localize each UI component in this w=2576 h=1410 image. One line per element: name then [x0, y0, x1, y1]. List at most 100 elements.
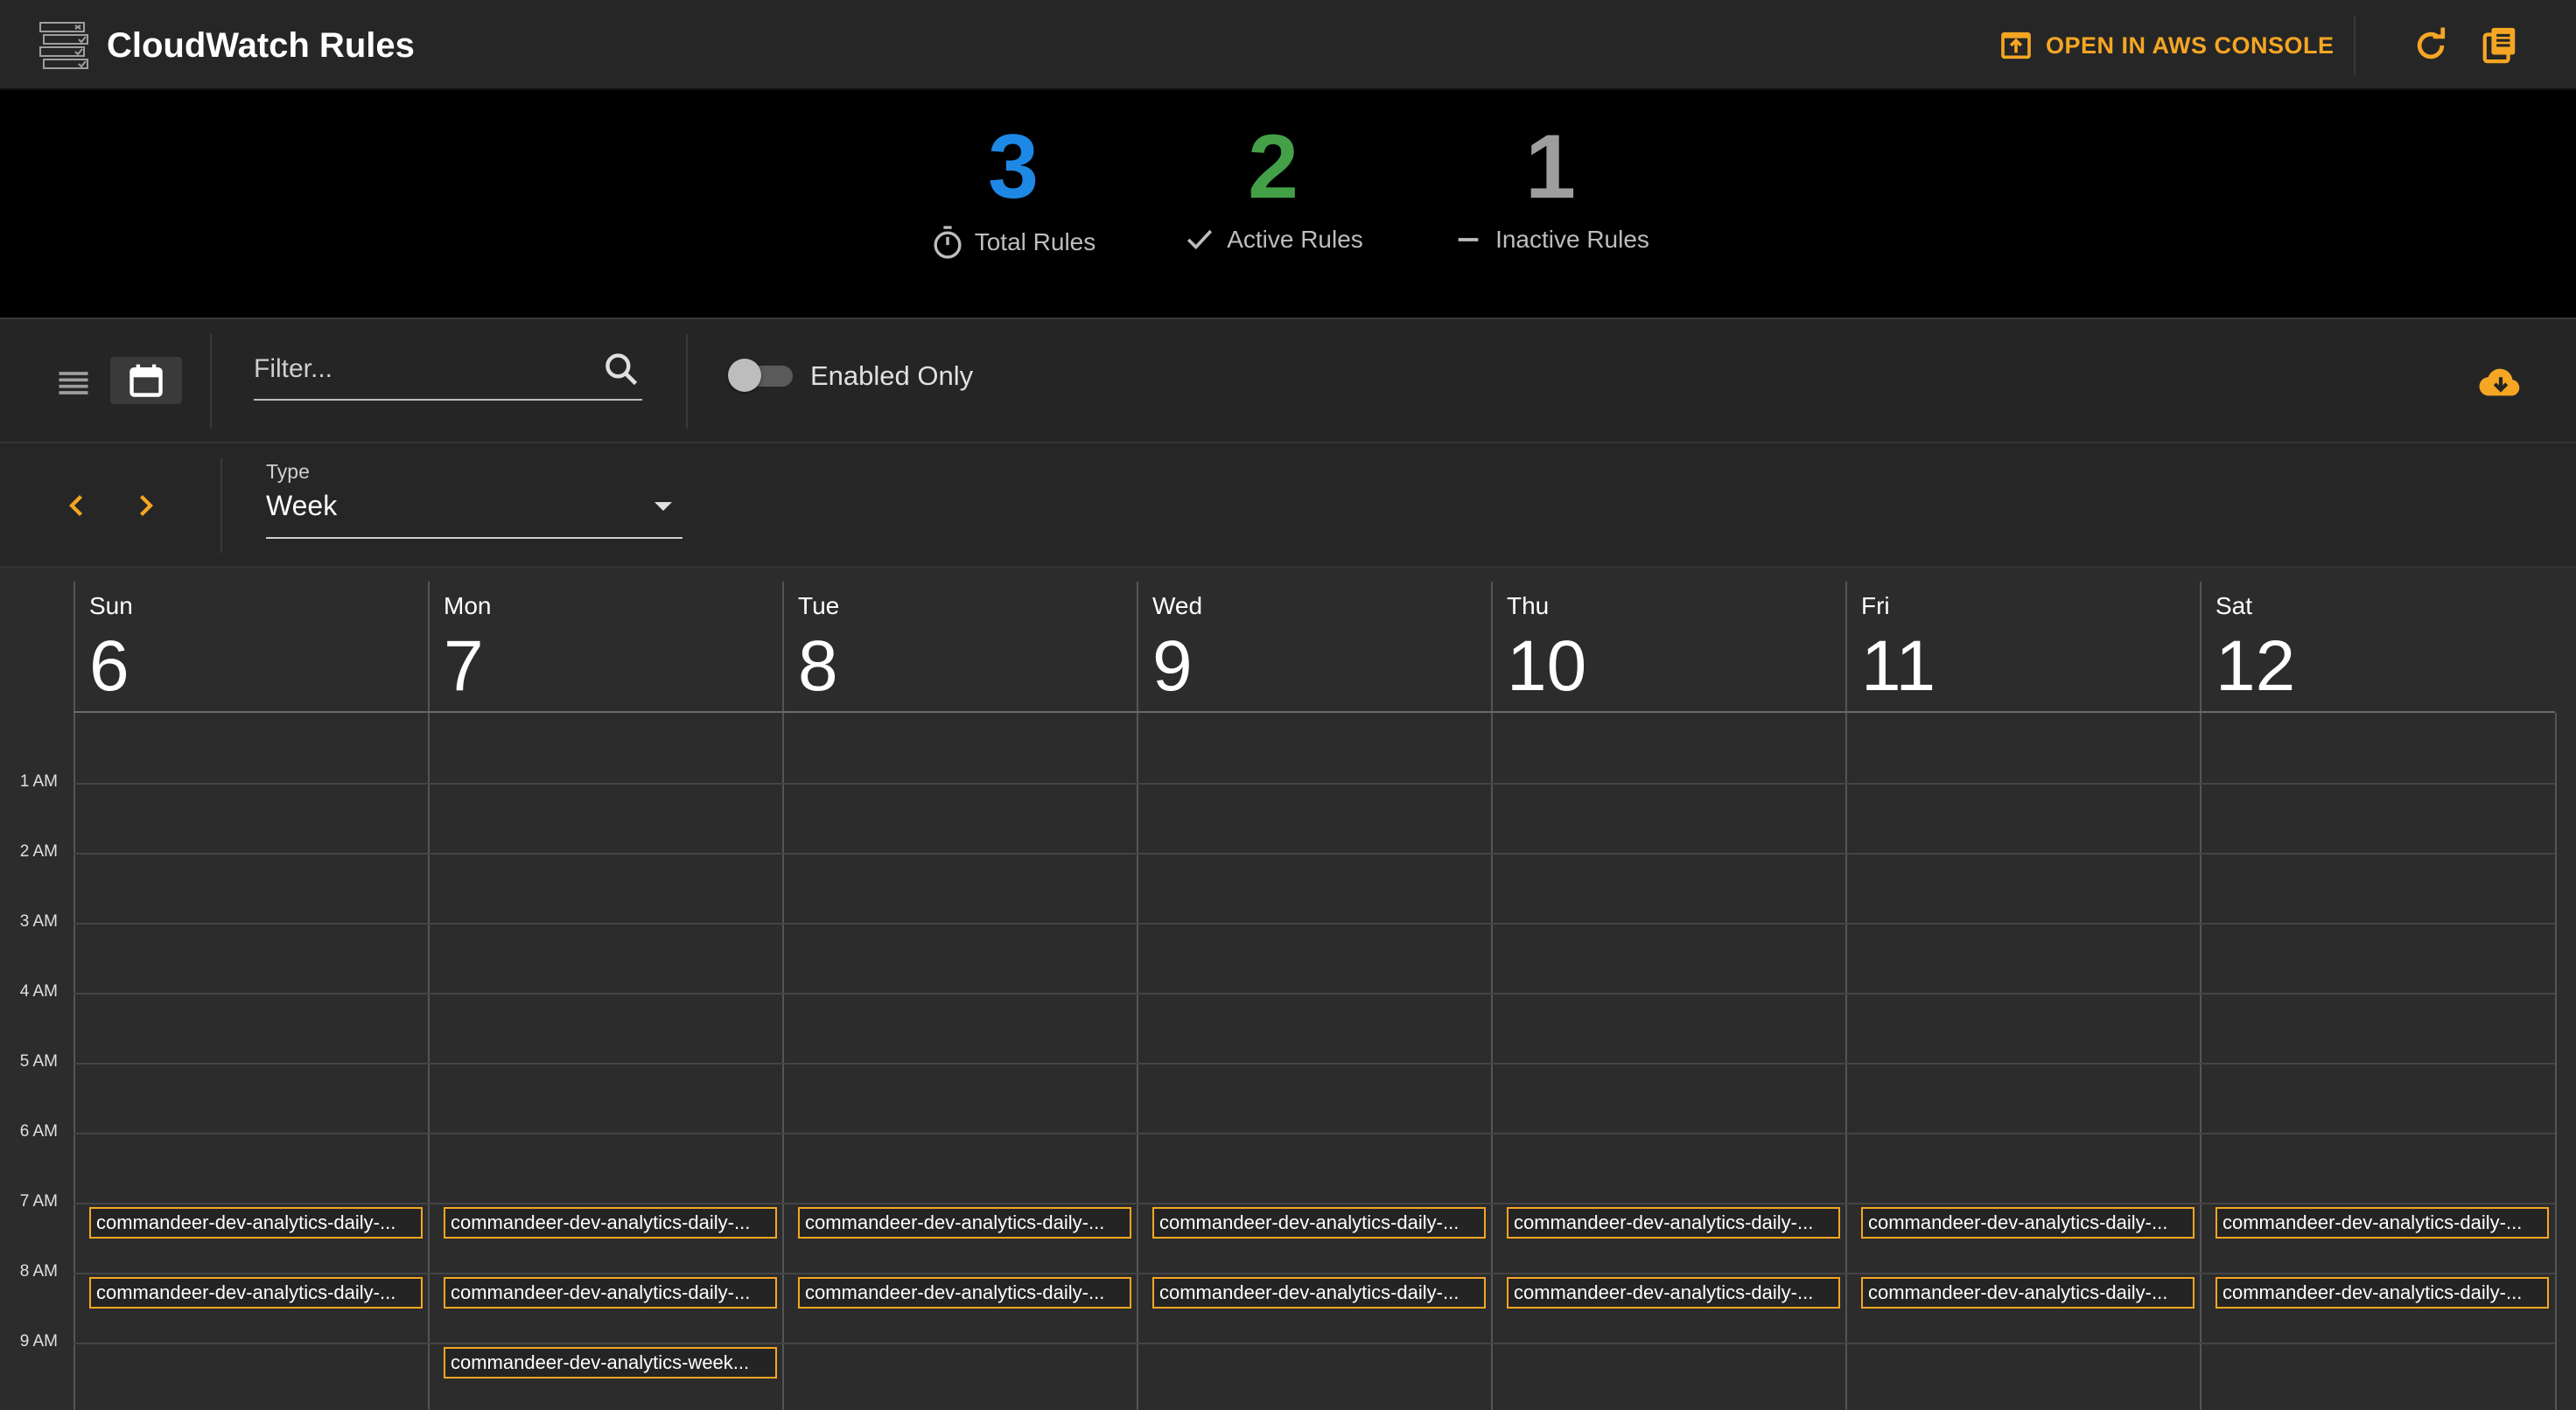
- stopwatch-icon: [934, 226, 962, 259]
- day-header[interactable]: Mon 7: [428, 582, 782, 713]
- chevron-left-icon[interactable]: [61, 490, 93, 521]
- day-weekday: Wed: [1152, 592, 1203, 619]
- cloud-download-icon[interactable]: [2476, 362, 2525, 402]
- inactive-rules-label: Inactive Rules: [1495, 226, 1649, 253]
- calendar-event[interactable]: commandeer-dev-analytics-week...: [444, 1347, 777, 1379]
- hour-gridline: [74, 853, 2555, 855]
- calendar-event[interactable]: commandeer-dev-analytics-daily-...: [1507, 1277, 1840, 1309]
- page-title: CloudWatch Rules: [107, 26, 415, 65]
- toggle-knob: [728, 359, 761, 392]
- day-weekday: Mon: [444, 592, 492, 619]
- toolbar-divider: [210, 334, 212, 429]
- day-number: 12: [2216, 626, 2296, 706]
- day-number: 9: [1152, 626, 1193, 706]
- day-number: 8: [798, 626, 838, 706]
- hour-label: 1 AM: [19, 772, 58, 791]
- day-column-divider: [1137, 713, 1138, 1410]
- refresh-icon[interactable]: [2412, 26, 2450, 65]
- hour-gridline: [74, 1273, 2555, 1274]
- inactive-rules-stat: 1 Inactive Rules: [1446, 115, 1656, 255]
- day-header[interactable]: Sun 6: [74, 582, 428, 713]
- hour-label: 7 AM: [19, 1192, 58, 1211]
- chevron-right-icon[interactable]: [130, 490, 161, 521]
- day-column-divider: [1845, 713, 1847, 1410]
- calendar-event[interactable]: commandeer-dev-analytics-daily-...: [2216, 1277, 2549, 1309]
- day-number: 10: [1507, 626, 1587, 706]
- calendar-event[interactable]: commandeer-dev-analytics-daily-...: [89, 1277, 423, 1309]
- hour-gridline: [74, 923, 2555, 925]
- day-weekday: Fri: [1861, 592, 1890, 619]
- hour-gridline: [74, 993, 2555, 995]
- minus-icon: [1458, 238, 1479, 241]
- day-column-divider: [74, 713, 75, 1410]
- calendar-view-button[interactable]: [110, 357, 182, 404]
- active-rules-count: 2: [1248, 116, 1298, 218]
- hour-gridline: [74, 1343, 2555, 1344]
- type-select-value: Week: [266, 490, 338, 521]
- hour-label: 5 AM: [19, 1052, 58, 1071]
- day-column-divider: [782, 713, 784, 1410]
- day-weekday: Sat: [2216, 592, 2253, 619]
- list-view-icon[interactable]: [54, 364, 93, 402]
- nav-divider: [220, 458, 222, 553]
- day-header[interactable]: Fri 11: [1845, 582, 2200, 713]
- calendar-event[interactable]: commandeer-dev-analytics-daily-...: [2216, 1207, 2549, 1239]
- enabled-only-label: Enabled Only: [810, 360, 974, 391]
- rules-list-icon: [39, 22, 88, 69]
- day-header[interactable]: Thu 10: [1491, 582, 1845, 713]
- calendar-event[interactable]: commandeer-dev-analytics-daily-...: [1152, 1277, 1486, 1309]
- hour-gridline: [74, 1063, 2555, 1064]
- day-column-divider: [428, 713, 430, 1410]
- check-icon: [1187, 229, 1213, 250]
- hour-label: 9 AM: [19, 1332, 58, 1351]
- app-header: CloudWatch Rules OPEN IN AWS CONSOLE: [0, 0, 2576, 90]
- hour-gridline: [74, 1203, 2555, 1204]
- active-rules-label: Active Rules: [1227, 226, 1363, 253]
- header-divider-line: [74, 711, 2555, 713]
- hour-label: 8 AM: [19, 1262, 58, 1281]
- hour-label: 4 AM: [19, 982, 58, 1001]
- filter-field: [254, 343, 642, 401]
- day-column-divider: [2200, 713, 2202, 1410]
- total-rules-count: 3: [988, 116, 1039, 218]
- day-weekday: Tue: [798, 592, 840, 619]
- calendar-event[interactable]: commandeer-dev-analytics-daily-...: [1861, 1207, 2194, 1239]
- day-header[interactable]: Sat 12: [2200, 582, 2554, 713]
- type-select[interactable]: Type Week: [266, 457, 682, 539]
- calendar-event[interactable]: commandeer-dev-analytics-daily-...: [1152, 1207, 1486, 1239]
- day-header[interactable]: Wed 9: [1137, 582, 1491, 713]
- open-aws-console-button[interactable]: OPEN IN AWS CONSOLE: [1998, 26, 2334, 65]
- day-number: 6: [89, 626, 130, 706]
- inactive-rules-count: 1: [1525, 116, 1576, 218]
- calendar-event[interactable]: commandeer-dev-analytics-daily-...: [798, 1277, 1131, 1309]
- calendar-event[interactable]: commandeer-dev-analytics-daily-...: [444, 1277, 777, 1309]
- calendar-icon: [130, 364, 163, 397]
- search-icon[interactable]: [602, 350, 640, 388]
- calendar-event[interactable]: commandeer-dev-analytics-daily-...: [1507, 1207, 1840, 1239]
- calendar-event[interactable]: commandeer-dev-analytics-daily-...: [444, 1207, 777, 1239]
- day-number: 7: [444, 626, 484, 706]
- type-select-label: Type: [266, 460, 310, 483]
- filter-input[interactable]: [254, 343, 586, 395]
- day-weekday: Thu: [1507, 592, 1550, 619]
- hour-label: 2 AM: [19, 842, 58, 861]
- documentation-icon[interactable]: [2480, 24, 2520, 65]
- header-divider: [2354, 16, 2356, 75]
- day-column-divider: [1491, 713, 1493, 1410]
- day-number: 11: [1861, 626, 1936, 706]
- hour-gridline: [74, 783, 2555, 785]
- day-weekday: Sun: [89, 592, 133, 619]
- open-aws-console-label: OPEN IN AWS CONSOLE: [2046, 31, 2334, 59]
- total-rules-stat: 3 Total Rules: [926, 115, 1101, 260]
- toolbar-divider: [686, 334, 688, 429]
- calendar-event[interactable]: commandeer-dev-analytics-daily-...: [1861, 1277, 2194, 1309]
- grid-right-edge: [2555, 713, 2557, 1410]
- enabled-only-toggle[interactable]: [728, 359, 794, 392]
- hour-gridline: [74, 1133, 2555, 1134]
- day-header[interactable]: Tue 8: [782, 582, 1137, 713]
- chevron-down-icon: [654, 502, 672, 511]
- calendar-event[interactable]: commandeer-dev-analytics-daily-...: [798, 1207, 1131, 1239]
- calendar-event[interactable]: commandeer-dev-analytics-daily-...: [89, 1207, 423, 1239]
- hour-label: 6 AM: [19, 1122, 58, 1141]
- rules-summary: 3 Total Rules 2 Active Rules 1 Inactive …: [0, 90, 2576, 319]
